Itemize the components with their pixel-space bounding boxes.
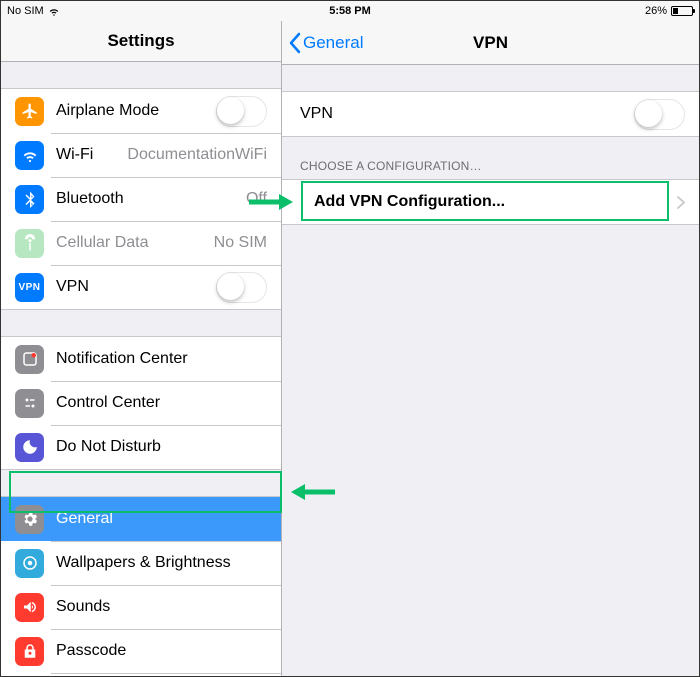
sidebar-item-control-center[interactable]: Control Center: [1, 381, 281, 425]
sidebar-item-airplane-mode[interactable]: Airplane Mode: [1, 89, 281, 133]
wifi-icon: [48, 5, 60, 17]
detail-title: VPN: [473, 33, 508, 53]
config-group: Add VPN Configuration...: [282, 179, 699, 225]
back-label: General: [303, 33, 363, 53]
status-time: 5:58 PM: [329, 5, 371, 17]
sidebar-item-notification-center[interactable]: Notification Center: [1, 337, 281, 381]
status-bar: No SIM 5:58 PM 26%: [1, 1, 699, 21]
sidebar-item-bluetooth[interactable]: Bluetooth Off: [1, 177, 281, 221]
sidebar-item-label: Notification Center: [56, 350, 188, 368]
sidebar-item-label: Airplane Mode: [56, 102, 159, 120]
sidebar-item-label: Cellular Data: [56, 234, 148, 252]
settings-sidebar: Settings Airplane Mode: [1, 21, 282, 677]
gear-icon: [15, 505, 44, 534]
sidebar-item-do-not-disturb[interactable]: Do Not Disturb: [1, 425, 281, 469]
chevron-right-icon: [677, 196, 685, 209]
sidebar-item-label: Sounds: [56, 598, 110, 616]
lock-icon: [15, 637, 44, 666]
wifi-value: DocumentationWiFi: [127, 146, 267, 164]
choose-config-header: CHOOSE A CONFIGURATION…: [282, 137, 699, 179]
dnd-icon: [15, 433, 44, 462]
cellular-value: No SIM: [214, 234, 267, 252]
sidebar-item-label: Wallpapers & Brightness: [56, 554, 231, 572]
carrier-text: No SIM: [7, 5, 44, 17]
battery-pct: 26%: [645, 5, 667, 17]
vpn-master-toggle[interactable]: [634, 99, 685, 130]
sidebar-item-privacy[interactable]: Privacy: [1, 673, 281, 677]
sidebar-item-general[interactable]: General: [1, 497, 281, 541]
bluetooth-value: Off: [246, 190, 267, 208]
sidebar-item-wifi[interactable]: Wi-Fi DocumentationWiFi: [1, 133, 281, 177]
add-vpn-label: Add VPN Configuration...: [314, 193, 505, 211]
sidebar-item-label: Control Center: [56, 394, 160, 412]
sidebar-item-label: VPN: [56, 278, 89, 296]
sidebar-item-label: Do Not Disturb: [56, 438, 161, 456]
vpn-group: VPN: [282, 91, 699, 137]
wallpaper-icon: [15, 549, 44, 578]
detail-nav: General VPN: [282, 21, 699, 65]
vpn-icon: VPN: [15, 273, 44, 302]
sounds-icon: [15, 593, 44, 622]
control-center-icon: [15, 389, 44, 418]
sidebar-item-sounds[interactable]: Sounds: [1, 585, 281, 629]
airplane-toggle[interactable]: [216, 96, 267, 127]
cellular-icon: [15, 229, 44, 258]
sidebar-item-passcode[interactable]: Passcode: [1, 629, 281, 673]
sidebar-item-wallpapers[interactable]: Wallpapers & Brightness: [1, 541, 281, 585]
vpn-master-row[interactable]: VPN: [282, 92, 699, 136]
airplane-icon: [15, 97, 44, 126]
vpn-row-label: VPN: [300, 105, 333, 123]
sidebar-item-label: General: [56, 510, 113, 528]
add-vpn-configuration-row[interactable]: Add VPN Configuration...: [282, 180, 699, 224]
bluetooth-icon: [15, 185, 44, 214]
vpn-sidebar-toggle[interactable]: [216, 272, 267, 303]
sidebar-item-cellular[interactable]: Cellular Data No SIM: [1, 221, 281, 265]
sidebar-nav: Settings: [1, 21, 281, 62]
detail-pane: General VPN VPN CHOOSE A CONFIGURATION… …: [282, 21, 699, 677]
battery-icon: [671, 6, 693, 16]
sidebar-item-label: Passcode: [56, 642, 126, 660]
sidebar-item-label: Bluetooth: [56, 190, 124, 208]
wifi-icon: [15, 141, 44, 170]
sidebar-title: Settings: [107, 31, 174, 51]
sidebar-group-notifications: Notification Center Control Center Do No…: [1, 336, 281, 470]
notification-icon: [15, 345, 44, 374]
sidebar-item-label: Wi-Fi: [56, 146, 93, 164]
sidebar-item-vpn[interactable]: VPN VPN: [1, 265, 281, 309]
sidebar-group-general: General Wallpapers & Brightness Sounds: [1, 496, 281, 677]
sidebar-group-connectivity: Airplane Mode Wi-Fi DocumentationWiFi: [1, 88, 281, 310]
back-button[interactable]: General: [282, 32, 363, 54]
